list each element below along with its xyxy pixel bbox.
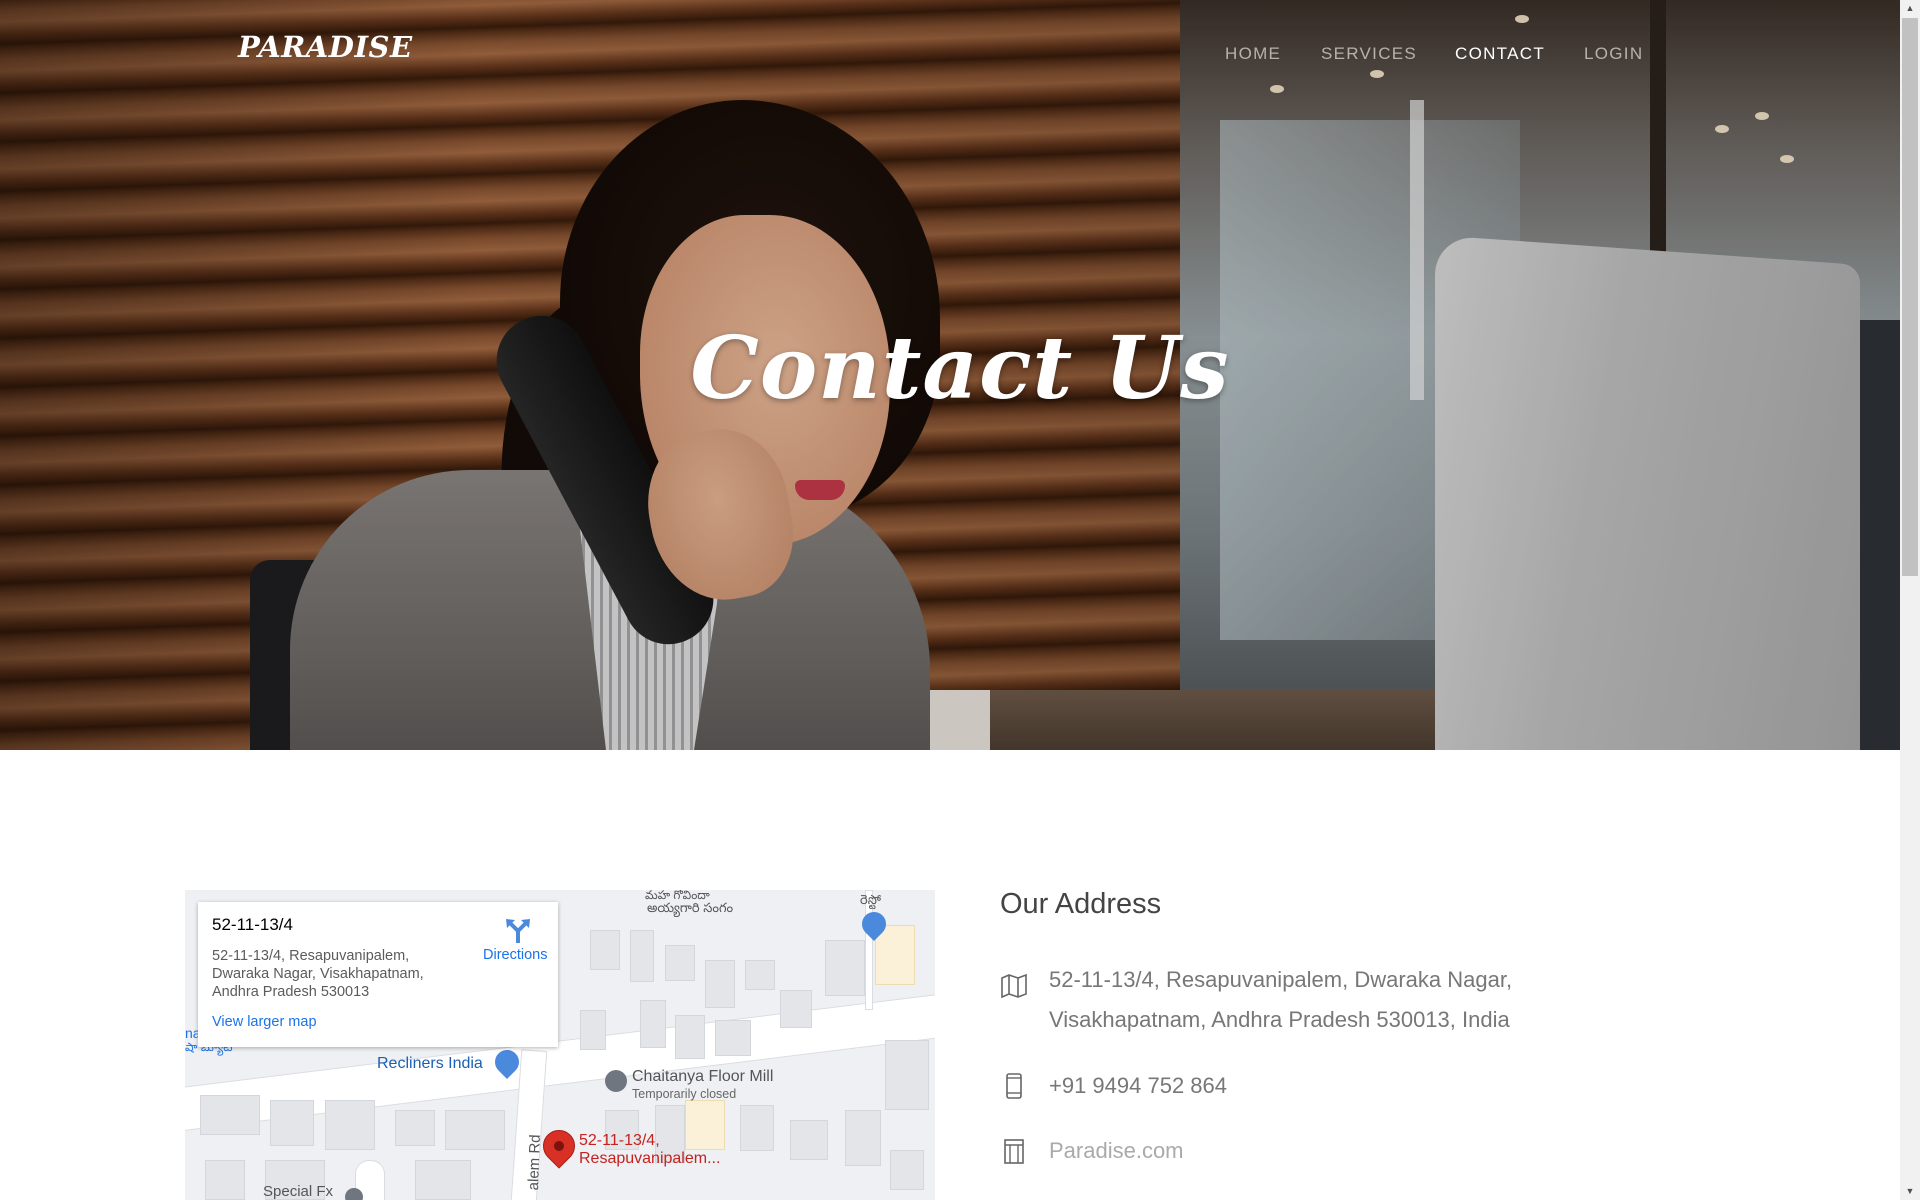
- map-label-mill[interactable]: Chaitanya Floor Mill: [632, 1068, 773, 1086]
- nav-login[interactable]: LOGIN: [1584, 44, 1643, 64]
- website-link[interactable]: Paradise.com: [1049, 1131, 1184, 1171]
- store-pin-icon[interactable]: [345, 1188, 363, 1200]
- map-label-telugu-3: రెస్టో: [860, 892, 881, 907]
- store-pin-icon[interactable]: [605, 1070, 627, 1092]
- address-line-2: Visakhapatnam, Andhra Pradesh 530013, In…: [1049, 1007, 1510, 1032]
- view-larger-map-link[interactable]: View larger map: [212, 1014, 317, 1030]
- nav-home[interactable]: HOME: [1225, 44, 1281, 64]
- address-line-1: 52-11-13/4, Resapuvanipalem, Dwaraka Nag…: [1049, 967, 1513, 992]
- map-icon: [1001, 973, 1027, 999]
- scrollbar-thumb[interactable]: [1902, 18, 1918, 576]
- map-label-road: alem Rd: [525, 1134, 544, 1191]
- nav-contact[interactable]: CONTACT: [1455, 44, 1545, 64]
- map-label-pin-line2: Resapuvanipalem...: [579, 1150, 721, 1167]
- phone-number[interactable]: +91 9494 752 864: [1049, 1066, 1227, 1106]
- map-label-telugu-2: అయ్యగారి సంగం: [647, 900, 734, 915]
- site-logo[interactable]: PARADISE: [238, 30, 413, 64]
- nav-services[interactable]: SERVICES: [1321, 44, 1417, 64]
- scroll-up-arrow-icon[interactable]: ▲: [1900, 0, 1920, 17]
- phone-icon: [1006, 1073, 1022, 1099]
- map-info-card: 52-11-13/4 52-11-13/4, Resapuvanipalem, …: [198, 902, 558, 1047]
- map-label-recliners[interactable]: Recliners India: [377, 1055, 483, 1073]
- scroll-down-arrow-icon[interactable]: ▼: [1900, 1183, 1920, 1200]
- directions-button[interactable]: Directions: [483, 947, 547, 963]
- directions-icon[interactable]: [504, 917, 532, 945]
- map-card-address: 52-11-13/4, Resapuvanipalem, Dwaraka Nag…: [212, 948, 424, 1000]
- page-title: Contact Us: [690, 318, 1230, 419]
- embedded-map[interactable]: మహ గోవిందా అయ్యగారి సంగం రెస్టో na షా బ్…: [185, 890, 935, 1200]
- map-card-title: 52-11-13/4: [212, 915, 293, 934]
- page-scrollbar[interactable]: ▲ ▼: [1900, 0, 1920, 1200]
- map-label-pin-line1: 52-11-13/4,: [579, 1132, 660, 1149]
- map-label-mill-status: Temporarily closed: [632, 1087, 737, 1101]
- building-icon: [1004, 1139, 1024, 1164]
- map-label-special: Special Fx: [263, 1183, 334, 1200]
- address-heading: Our Address: [1000, 888, 1162, 920]
